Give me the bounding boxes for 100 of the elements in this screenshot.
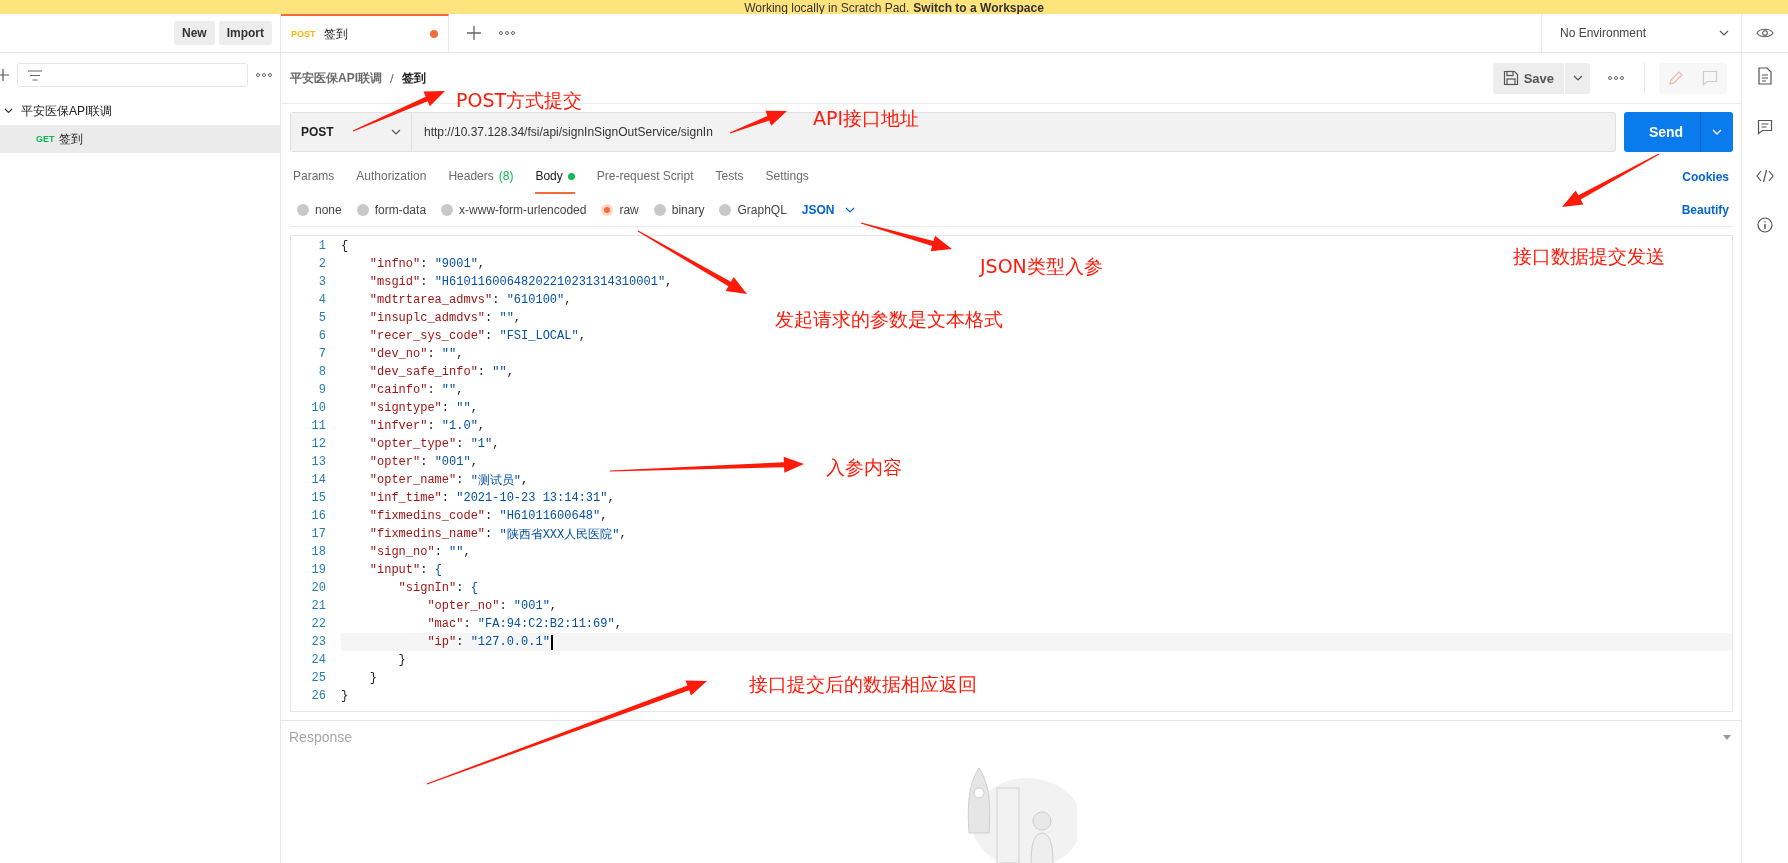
code-line: "inf_time": "2021-10-23 13:14:31", xyxy=(368,491,615,505)
code-line: "msgid": "H61011600648202210231314310001", xyxy=(368,275,673,289)
line-number: 16 xyxy=(310,509,326,523)
line-number: 13 xyxy=(310,455,326,469)
code-line: "ip": "127.0.0.1" xyxy=(341,634,553,650)
code-icon[interactable] xyxy=(1756,169,1774,183)
code-line: "sign_no": "", xyxy=(368,545,471,559)
collection-item[interactable]: 平安医保API联调 xyxy=(0,97,280,125)
request-item[interactable]: GET 签到 xyxy=(0,125,280,153)
body-type-radio[interactable]: none xyxy=(297,203,342,217)
line-number: 11 xyxy=(310,419,326,433)
request-tab[interactable]: Tests xyxy=(715,160,744,194)
more-icon[interactable] xyxy=(256,73,272,77)
line-number: 21 xyxy=(310,599,326,613)
line-number: 2 xyxy=(317,257,326,271)
chevron-icon xyxy=(4,108,13,114)
code-line: "opter_no": "001", xyxy=(426,599,558,613)
sidebar-button[interactable]: New xyxy=(173,21,215,45)
add-icon[interactable] xyxy=(467,26,481,40)
line-number: 7 xyxy=(317,347,326,361)
request-tab[interactable]: Params xyxy=(293,160,335,194)
request-tab[interactable]: Pre-request Script xyxy=(596,160,694,194)
request-tab[interactable]: POST 签到 xyxy=(281,14,449,52)
line-number: 20 xyxy=(310,581,326,595)
code-line: "infno": "9001", xyxy=(368,257,486,271)
chevron-icon xyxy=(844,207,855,213)
line-number: 9 xyxy=(317,383,326,397)
code-line: "fixmedins_code": "H61011600648", xyxy=(368,509,608,523)
request-tab[interactable]: Body xyxy=(535,160,575,194)
code-line: "dev_no": "", xyxy=(368,347,464,361)
comment-icon[interactable] xyxy=(1757,119,1773,135)
line-number: 18 xyxy=(310,545,326,559)
code-line: "cainfo": "", xyxy=(368,383,464,397)
send-button[interactable]: Send xyxy=(1624,112,1733,152)
format-dropdown[interactable]: JSON xyxy=(801,203,855,217)
line-number: 17 xyxy=(310,527,326,541)
line-number: 8 xyxy=(317,365,326,379)
chevron-icon xyxy=(1572,75,1583,81)
code-line: } xyxy=(397,653,406,667)
caret-icon[interactable] xyxy=(1723,734,1731,740)
annotation-text: 发起请求的参数是文本格式 xyxy=(775,307,1003,332)
pencil-icon xyxy=(1668,70,1684,86)
body-type-radio[interactable]: GraphQL xyxy=(719,203,787,217)
save-icon xyxy=(1502,70,1519,86)
code-line: "infver": "1.0", xyxy=(368,419,486,433)
beautify-link[interactable]: Beautify xyxy=(1681,203,1733,217)
code-line: "fixmedins_name": "陕西省XXX人民医院", xyxy=(368,526,627,543)
workspace-link[interactable]: Switch to a Workspace xyxy=(913,2,1044,14)
code-line: "opter_name": "测试员", xyxy=(368,472,529,489)
code-line: "dev_safe_info": "", xyxy=(368,365,514,379)
code-line: "mac": "FA:94:C2:B2:11:69", xyxy=(426,617,622,631)
caret-icon[interactable] xyxy=(1712,129,1722,135)
line-number: 22 xyxy=(310,617,326,631)
line-number: 10 xyxy=(310,401,326,415)
line-number: 3 xyxy=(317,275,326,289)
line-number: 6 xyxy=(317,329,326,343)
annotation-text: POST方式提交 xyxy=(456,88,583,113)
code-editor[interactable] xyxy=(290,235,1733,712)
code-line: "opter_type": "1", xyxy=(368,437,500,451)
environment-dropdown[interactable]: No Environment xyxy=(1541,14,1741,52)
code-line: { xyxy=(341,239,349,253)
code-line: "recer_sys_code": "FSI_LOCAL", xyxy=(368,329,586,343)
line-number: 26 xyxy=(310,689,326,703)
document-icon[interactable] xyxy=(1758,67,1772,85)
line-number: 25 xyxy=(310,671,326,685)
breadcrumb-link[interactable]: 平安医保API联调 xyxy=(290,69,382,87)
code-line: "signtype": "", xyxy=(368,401,478,415)
more-icon[interactable] xyxy=(1608,76,1624,80)
request-tab[interactable]: Settings xyxy=(765,160,809,194)
line-number: 15 xyxy=(310,491,326,505)
body-type-radio[interactable]: x-www-form-urlencoded xyxy=(441,203,587,217)
save-button[interactable]: Save xyxy=(1492,62,1564,94)
line-number: 24 xyxy=(310,653,326,667)
request-tab[interactable]: Headers (8) xyxy=(448,160,514,194)
more-icon[interactable] xyxy=(499,31,515,35)
code-line: "input": { xyxy=(368,563,442,577)
annotation-text: JSON类型入参 xyxy=(980,254,1103,279)
code-line: "insuplc_admdvs": "", xyxy=(368,311,522,325)
add-icon[interactable] xyxy=(0,69,9,81)
line-number: 5 xyxy=(317,311,326,325)
chevron-icon xyxy=(1719,30,1729,36)
code-line: "mdtrtarea_admvs": "610100", xyxy=(368,293,572,307)
body-type-radio[interactable]: raw xyxy=(601,203,639,217)
annotation-text: 接口数据提交发送 xyxy=(1513,244,1665,269)
filter-field[interactable] xyxy=(17,63,248,87)
line-number: 19 xyxy=(310,563,326,577)
body-type-radio[interactable]: binary xyxy=(653,203,705,217)
info-icon[interactable] xyxy=(1757,217,1773,233)
cookies-link[interactable]: Cookies xyxy=(1682,160,1733,194)
eye-icon[interactable] xyxy=(1756,27,1774,39)
body-type-radio[interactable]: form-data xyxy=(356,203,427,217)
comment-icon xyxy=(1702,70,1718,86)
line-number: 4 xyxy=(317,293,326,307)
breadcrumb-current: 签到 xyxy=(401,69,426,87)
breadcrumb-separator: / xyxy=(390,70,394,86)
request-tab[interactable]: Authorization xyxy=(356,160,427,194)
sidebar-button[interactable]: Import xyxy=(218,21,272,45)
code-line: "opter": "001", xyxy=(368,455,478,469)
filter-icon xyxy=(28,69,42,81)
annotation-text: 接口提交后的数据相应返回 xyxy=(749,672,977,697)
